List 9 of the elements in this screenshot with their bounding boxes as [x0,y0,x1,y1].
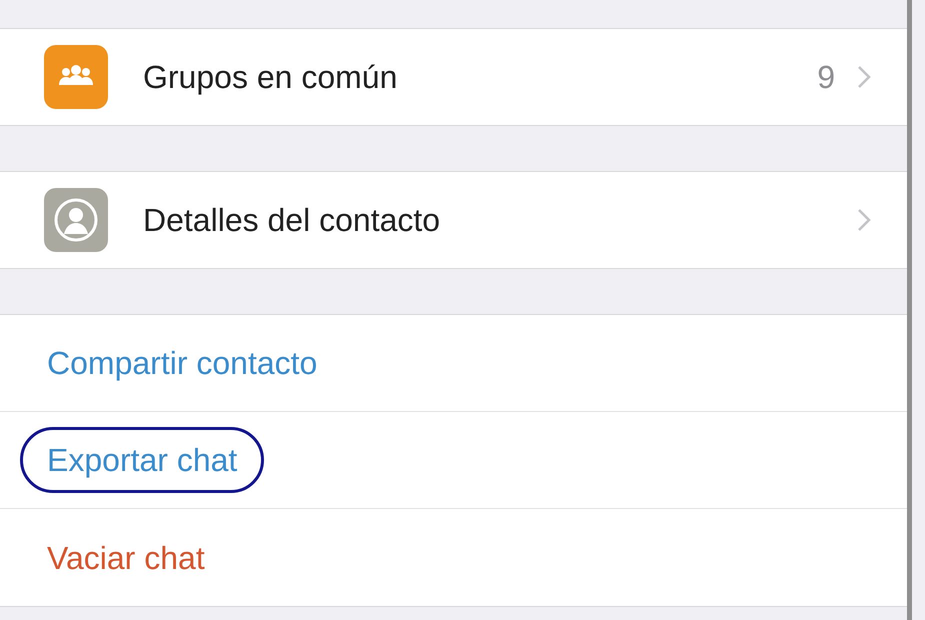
action-link[interactable]: Vaciar chat [20,524,232,590]
row-label[interactable]: Grupos en común [143,53,818,101]
chevron-icon [857,65,871,89]
people-icon [44,45,108,109]
count: 9 [817,58,835,97]
action-link[interactable]: Compartir contacto [20,330,344,396]
action-link[interactable]: Exportar chat [20,427,264,493]
contact-icon [44,188,108,252]
chevron-icon [857,208,871,232]
